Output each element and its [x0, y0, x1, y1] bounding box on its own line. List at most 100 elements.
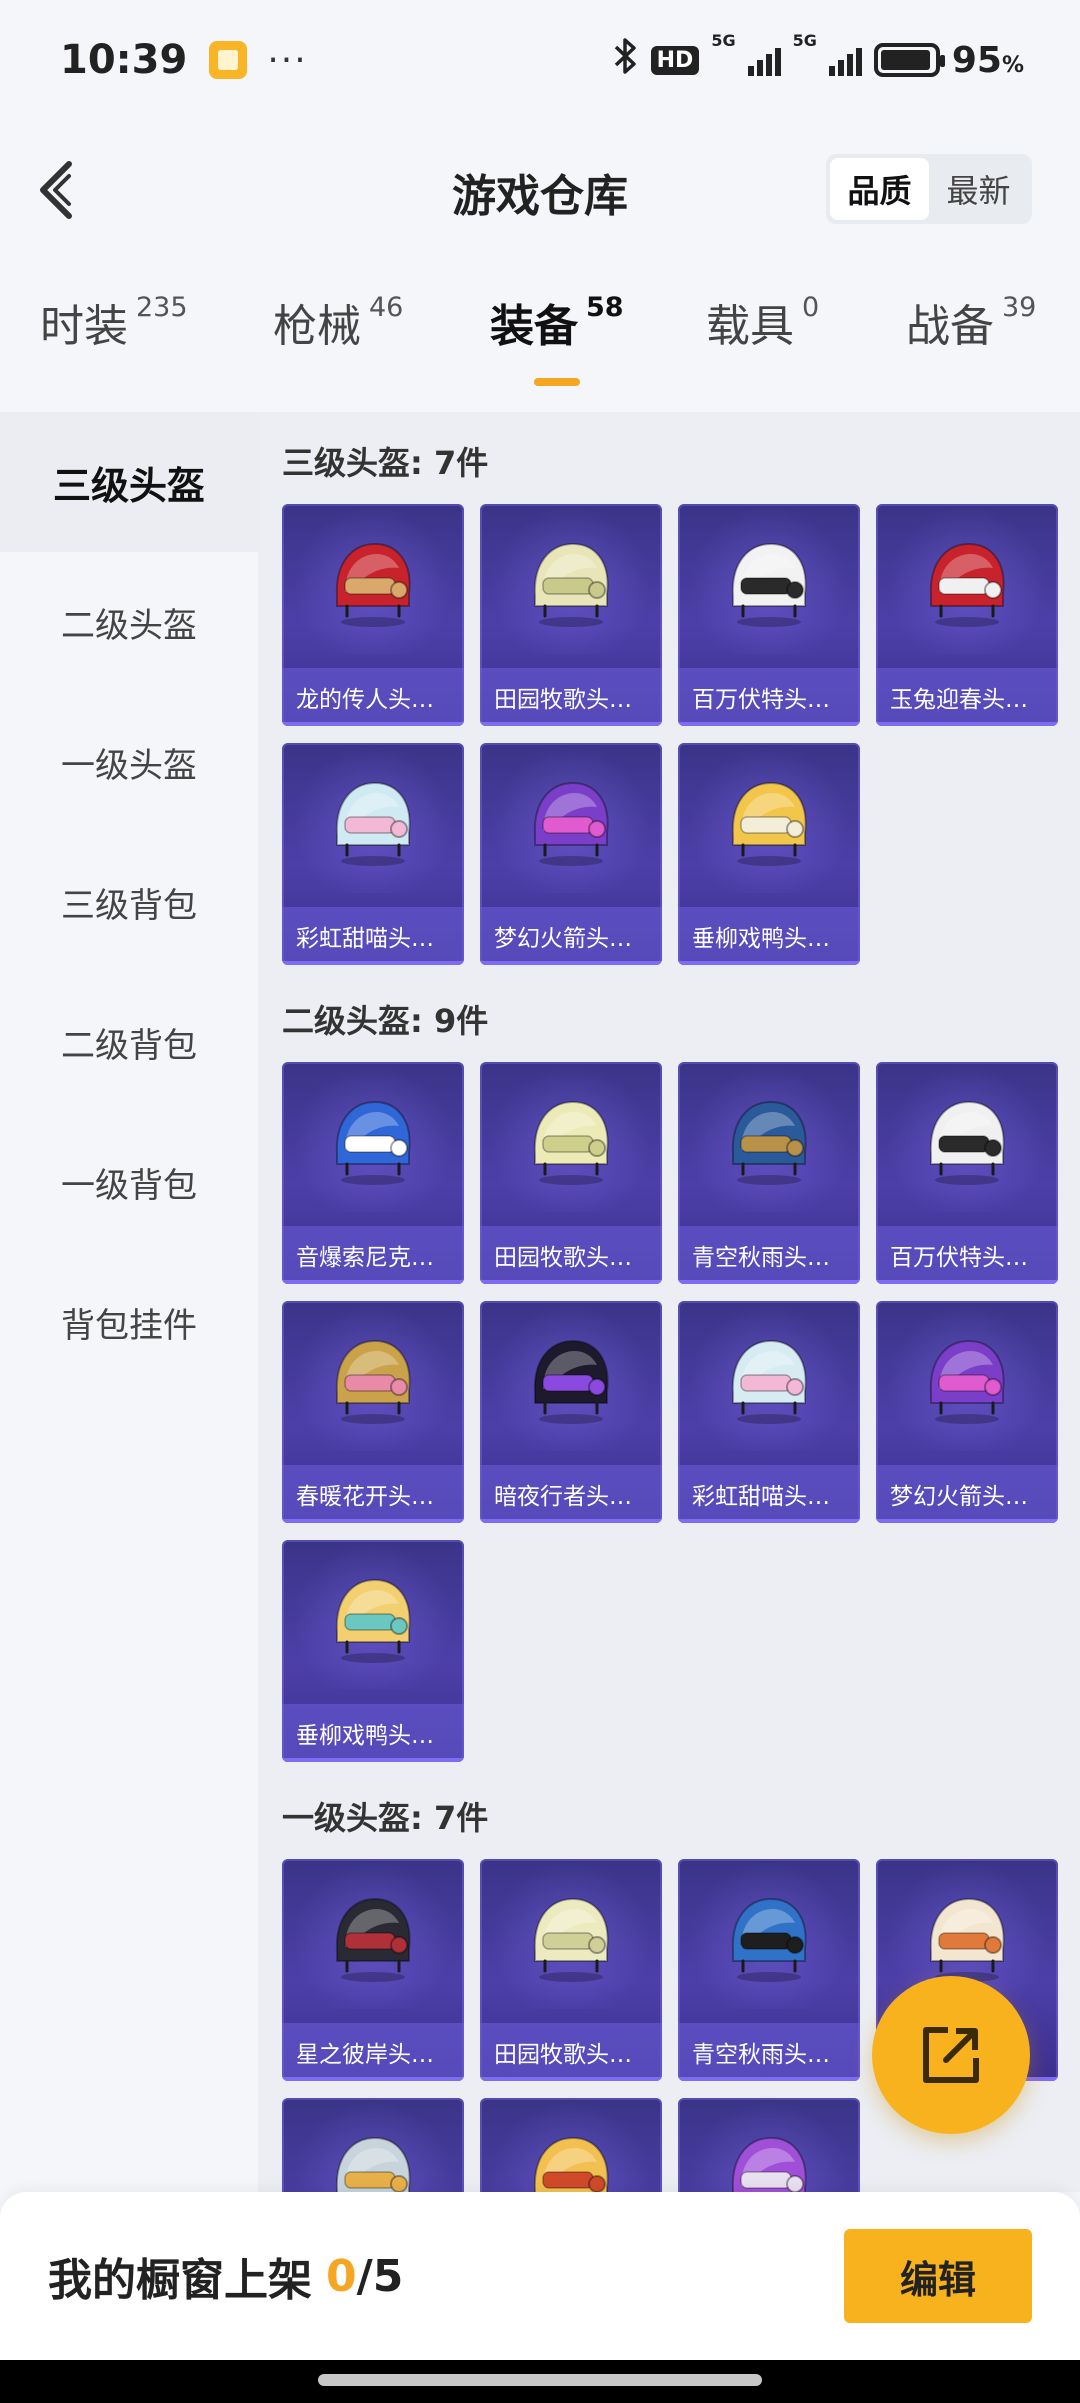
battery-icon — [873, 43, 945, 77]
sidebar-item-level3-backpack[interactable]: 三级背包 — [0, 832, 258, 972]
item-card[interactable]: 垂柳戏鸭头… — [678, 743, 860, 965]
item-name: 青空秋雨头… — [678, 2023, 860, 2081]
tab-count: 58 — [586, 292, 624, 323]
tab-vehicles[interactable]: 载具 0 — [706, 290, 819, 354]
showcase-total-count: 5 — [372, 2250, 404, 2302]
item-card[interactable]: 玉兔迎春头… — [876, 504, 1058, 726]
item-card[interactable]: 彩虹甜喵头… — [282, 743, 464, 965]
header: 游戏仓库 品质 最新 — [0, 140, 1080, 240]
back-button[interactable] — [26, 158, 86, 222]
helmet-icon — [731, 2136, 807, 2192]
sidebar-item-level1-helmet[interactable]: 一级头盔 — [0, 692, 258, 832]
item-card[interactable]: 百万伏特头… — [876, 1062, 1058, 1284]
tab-count: 46 — [369, 292, 404, 323]
item-card[interactable]: 田园牧歌头… — [480, 1062, 662, 1284]
card-rarity-bar — [678, 1280, 860, 1284]
card-rarity-bar — [678, 2077, 860, 2081]
tab-count: 235 — [136, 292, 188, 323]
item-card[interactable]: 星之彼岸头… — [282, 1859, 464, 2081]
sort-toggle: 品质 最新 — [826, 154, 1032, 224]
item-card[interactable]: 春暖花开头… — [282, 1301, 464, 1523]
item-name: 梦幻火箭头… — [480, 907, 662, 965]
item-name: 垂柳戏鸭头… — [282, 1704, 464, 1762]
tab-fashion[interactable]: 时装 235 — [40, 290, 188, 354]
helmet-icon — [929, 1897, 1005, 1982]
item-name: 彩虹甜喵头… — [282, 907, 464, 965]
chevron-left-icon — [40, 161, 72, 219]
card-rarity-bar — [480, 722, 662, 726]
item-card[interactable]: 青空秋雨头… — [678, 1062, 860, 1284]
sidebar-item-level2-helmet[interactable]: 二级头盔 — [0, 552, 258, 692]
item-card[interactable]: 梦幻火箭头… — [480, 743, 662, 965]
sidebar-item-level3-helmet[interactable]: 三级头盔 — [0, 412, 258, 552]
card-rarity-bar — [282, 1519, 464, 1523]
card-rarity-bar — [282, 2077, 464, 2081]
item-card[interactable]: 田园牧歌头… — [480, 1859, 662, 2081]
tab-supplies[interactable]: 战备 39 — [906, 290, 1036, 354]
showcase-label: 我的橱窗上架 — [48, 2255, 312, 2306]
item-card[interactable]: 田园牧歌头… — [480, 504, 662, 726]
tab-count: 39 — [1002, 292, 1037, 323]
sidebar-item-level1-backpack[interactable]: 一级背包 — [0, 1112, 258, 1252]
item-card[interactable]: 暗夜行者头… — [480, 1301, 662, 1523]
bluetooth-icon — [613, 37, 639, 83]
app-notification-icon — [209, 41, 248, 79]
helmet-icon — [533, 781, 609, 866]
item-name: 百万伏特头… — [678, 668, 860, 726]
item-name: 暗夜行者头… — [480, 1465, 662, 1523]
helmet-icon — [335, 1578, 411, 1663]
card-rarity-bar — [282, 1280, 464, 1284]
share-button[interactable] — [872, 1976, 1030, 2134]
helmet-icon — [533, 1339, 609, 1424]
section-title: 二级头盔: 9件 — [282, 1002, 489, 1040]
share-external-icon — [923, 2027, 979, 2083]
more-notifications-icon: ··· — [267, 39, 308, 81]
sort-option-quality[interactable]: 品质 — [830, 158, 929, 220]
item-name: 垂柳戏鸭头… — [678, 907, 860, 965]
item-card[interactable]: 音爆索尼克… — [282, 1062, 464, 1284]
card-rarity-bar — [480, 2077, 662, 2081]
helmet-icon — [731, 1897, 807, 1982]
showcase-separator: / — [356, 2250, 373, 2302]
item-card[interactable]: 梦幻火箭头… — [876, 1301, 1058, 1523]
item-card[interactable] — [282, 2098, 464, 2192]
tab-label: 时装 — [40, 301, 128, 352]
sidebar-item-backpack-pendant[interactable]: 背包挂件 — [0, 1252, 258, 1392]
home-indicator[interactable] — [318, 2374, 762, 2386]
item-card[interactable]: 彩虹甜喵头… — [678, 1301, 860, 1523]
network-label-2: 5G — [792, 31, 817, 50]
card-rarity-bar — [282, 722, 464, 726]
item-card[interactable]: 百万伏特头… — [678, 504, 860, 726]
helmet-icon — [533, 1897, 609, 1982]
card-rarity-bar — [678, 1519, 860, 1523]
sort-option-latest[interactable]: 最新 — [929, 158, 1028, 220]
helmet-icon — [335, 1339, 411, 1424]
helmet-icon — [731, 781, 807, 866]
helmet-icon — [731, 542, 807, 627]
item-name: 田园牧歌头… — [480, 2023, 662, 2081]
item-card[interactable] — [678, 2098, 860, 2192]
helmet-icon — [335, 781, 411, 866]
item-card[interactable] — [480, 2098, 662, 2192]
tab-equipment[interactable]: 装备 58 — [490, 290, 624, 354]
status-indicators: HD 5G 5G 95% — [613, 31, 1024, 83]
tab-label: 战备 — [906, 301, 994, 352]
section-title: 一级头盔: 7件 — [282, 1799, 489, 1837]
item-card[interactable]: 青空秋雨头… — [678, 1859, 860, 2081]
helmet-icon — [731, 1339, 807, 1424]
category-tabs: 时装 235 枪械 46 装备 58 载具 0 战备 39 — [0, 290, 1080, 400]
item-card[interactable]: 垂柳戏鸭头… — [282, 1540, 464, 1762]
sidebar-item-level2-backpack[interactable]: 二级背包 — [0, 972, 258, 1112]
helmet-icon — [335, 2136, 411, 2192]
edit-button[interactable]: 编辑 — [844, 2229, 1032, 2323]
item-card[interactable]: 龙的传人头… — [282, 504, 464, 726]
tab-label: 装备 — [490, 301, 578, 352]
tab-firearms[interactable]: 枪械 46 — [273, 290, 403, 354]
item-name: 音爆索尼克… — [282, 1226, 464, 1284]
active-tab-indicator — [534, 378, 580, 386]
item-name: 青空秋雨头… — [678, 1226, 860, 1284]
status-bar: 10:39 ··· HD 5G 5G 95% — [0, 0, 1080, 120]
item-name: 春暖花开头… — [282, 1465, 464, 1523]
tab-label: 枪械 — [273, 301, 361, 352]
card-rarity-bar — [678, 722, 860, 726]
